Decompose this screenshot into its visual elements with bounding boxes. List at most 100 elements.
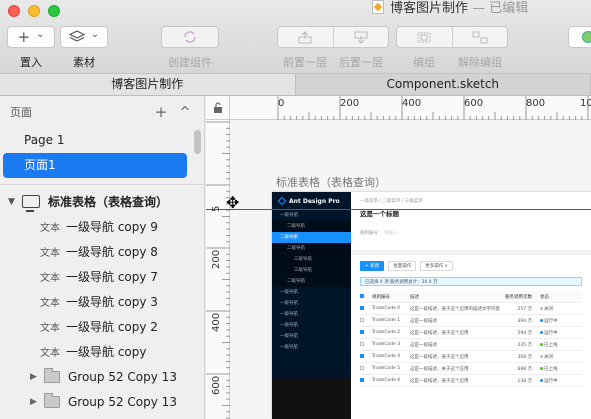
pages-scrollbar[interactable] bbox=[194, 130, 201, 154]
mock-cell-desc: 这是一段描述 bbox=[410, 318, 437, 324]
text-layer-icon: 文本 bbox=[40, 348, 60, 359]
ruler-label: 1000 bbox=[580, 98, 591, 109]
mock-filter-placeholder: 请输入 bbox=[383, 231, 398, 236]
layer-text-row[interactable]: 文本 一级导航 copy 9 bbox=[0, 214, 204, 239]
layer-label: 一级导航 copy 8 bbox=[66, 245, 158, 259]
layer-order-segment bbox=[277, 26, 389, 48]
checkbox-icon bbox=[360, 317, 364, 322]
page-item-page-1[interactable]: Page 1 bbox=[0, 128, 204, 153]
color-wheel-icon bbox=[582, 31, 591, 43]
layer-text-row[interactable]: 文本 一级导航 copy bbox=[0, 339, 204, 364]
mock-cell-id: TradeCode 5 bbox=[372, 366, 401, 371]
ruler-lock-corner[interactable] bbox=[206, 96, 230, 120]
create-component-tool[interactable]: 创建组件 bbox=[161, 26, 219, 70]
create-component-button[interactable] bbox=[161, 26, 219, 48]
mock-cell-status: 已上线 bbox=[532, 366, 562, 372]
mock-breadcrumb: 一级菜单 / 二级菜单 / 三级菜单 bbox=[360, 199, 423, 204]
red-guide-line[interactable] bbox=[206, 209, 591, 210]
overflow-button[interactable] bbox=[568, 26, 591, 48]
mock-table-row: TradeCode 4 这是一段描述，关于这个应用 308 万 关闭 bbox=[360, 351, 582, 363]
status-dot-icon bbox=[540, 318, 543, 322]
mock-cell-status: 运行中 bbox=[532, 318, 562, 324]
mock-cell-status: 运行中 bbox=[532, 330, 562, 336]
overflow-tool[interactable] bbox=[568, 26, 591, 48]
mock-table-header: 规则编号 描述 服务调用次数 状态 bbox=[360, 291, 582, 303]
layer-group-row[interactable]: ▶ Group 52 Copy 13 bbox=[0, 364, 204, 389]
mock-cell-count: 235 万 bbox=[517, 342, 532, 348]
vertical-ruler[interactable]: 5 200 400 600 bbox=[206, 120, 230, 419]
assets-tool[interactable]: ⌄ 素材 bbox=[60, 26, 108, 70]
disclosure-triangle-icon[interactable]: ▶ bbox=[30, 372, 44, 382]
mock-table-row: TradeCode 5 这是一段描述，关于这个应用 698 万 已上线 bbox=[360, 363, 582, 375]
artboard-layer-label: 标准表格（表格查询） bbox=[48, 195, 169, 209]
mock-cell-desc: 这是一段描述，关于这个应用 bbox=[410, 378, 469, 384]
ant-logo-icon bbox=[277, 196, 287, 206]
insert-button[interactable]: + ⌄ bbox=[7, 26, 55, 48]
lock-icon bbox=[213, 101, 222, 113]
pages-header-label: 页面 bbox=[10, 106, 32, 119]
mock-selection-alert: 已选择 4 项 服务调用总计：30.4 万 bbox=[360, 277, 582, 286]
tab-component-sketch[interactable]: Component.sketch bbox=[296, 74, 591, 95]
mock-th: 描述 bbox=[410, 294, 419, 300]
text-layer-icon: 文本 bbox=[40, 223, 60, 234]
assets-button[interactable]: ⌄ bbox=[60, 26, 108, 48]
layer-text-row[interactable]: 文本 一级导航 copy 8 bbox=[0, 239, 204, 264]
ungroup-button[interactable] bbox=[451, 27, 508, 47]
layer-label: 一级导航 copy 3 bbox=[66, 295, 158, 309]
send-backward-button[interactable] bbox=[332, 27, 389, 47]
mock-menu-item: 二级导航 bbox=[272, 276, 351, 287]
page-item-page-1-cn[interactable]: 页面1 bbox=[3, 153, 187, 178]
mock-main: 一级菜单 / 二级菜单 / 三级菜单 这是一个标题 规则编号： 请输入 + 新建… bbox=[351, 192, 591, 419]
window-title: 博客图片制作 — 已编辑 bbox=[372, 0, 528, 18]
mock-button-row: + 新建 批量操作 更多操作 ∨ bbox=[360, 261, 582, 271]
bring-forward-button[interactable] bbox=[278, 27, 333, 47]
group-button[interactable] bbox=[397, 27, 452, 47]
mock-menu-item: 一级导航 bbox=[280, 290, 298, 295]
layers-stack-icon bbox=[68, 30, 85, 42]
ruler-label: 200 bbox=[340, 98, 360, 109]
text-layer-icon: 文本 bbox=[40, 273, 60, 284]
minimize-window-button[interactable] bbox=[28, 5, 40, 17]
document-tab-bar: 博客图片制作 Component.sketch bbox=[0, 74, 591, 96]
mock-cell-desc: 这是一段描述，关于这个应用 bbox=[410, 330, 469, 336]
horizontal-ruler[interactable]: 0 200 400 600 800 1000 bbox=[230, 96, 591, 120]
mock-cell-count: 138 万 bbox=[517, 378, 532, 384]
mock-cell-count: 594 万 bbox=[517, 330, 532, 336]
layer-group-row[interactable]: ▶ Group 52 Copy 13 bbox=[0, 389, 204, 414]
component-sync-icon bbox=[184, 31, 196, 43]
mock-cell-count: 308 万 bbox=[517, 354, 532, 360]
insert-tool[interactable]: + ⌄ 置入 bbox=[7, 26, 55, 70]
layer-text-row[interactable]: 文本 一级导航 copy 2 bbox=[0, 314, 204, 339]
ruler-label: 400 bbox=[211, 312, 222, 332]
mock-menu-item: 三级导航 bbox=[272, 265, 351, 276]
layer-artboard[interactable]: ▼ 标准表格（表格查询） bbox=[0, 189, 204, 214]
send-backward-icon bbox=[354, 31, 368, 44]
design-canvas[interactable]: 0 200 400 600 800 1000 5 200 400 600 标准表… bbox=[206, 96, 591, 419]
mock-status-text: 关闭 bbox=[544, 354, 553, 360]
collapse-pages-icon[interactable]: ^ bbox=[176, 105, 194, 120]
zoom-window-button[interactable] bbox=[48, 5, 60, 17]
add-page-icon[interactable]: + bbox=[152, 103, 170, 121]
layer-text-row[interactable]: 文本 一级导航 copy 3 bbox=[0, 289, 204, 314]
disclosure-triangle-icon[interactable]: ▶ bbox=[30, 397, 44, 407]
ruler-label: 200 bbox=[211, 249, 222, 269]
artboard-table-query[interactable]: Ant Design Pro 一级导航 二级导航 二级导航 二级导航 三级导航 三级导航二… bbox=[272, 192, 591, 419]
text-layer-icon: 文本 bbox=[40, 298, 60, 309]
mock-th: 状态 bbox=[540, 294, 549, 300]
mock-cell-id: TradeCode 0 bbox=[372, 306, 401, 311]
layer-text-row[interactable]: 文本 一级导航 copy 7 bbox=[0, 264, 204, 289]
group-segment bbox=[396, 26, 508, 48]
text-layer-icon: 文本 bbox=[40, 248, 60, 259]
mock-th: 规则编号 bbox=[372, 294, 390, 300]
disclosure-triangle-icon[interactable]: ▼ bbox=[8, 197, 22, 207]
mock-menu-item: 三级导航 bbox=[272, 254, 351, 265]
close-window-button[interactable] bbox=[8, 5, 20, 17]
ungroup-label: 解除编组 bbox=[458, 56, 502, 69]
ruler-label: 0 bbox=[278, 98, 285, 109]
tab-blog-images[interactable]: 博客图片制作 bbox=[0, 74, 296, 95]
mock-filter-label: 规则编号： bbox=[360, 231, 383, 236]
status-dot-icon bbox=[540, 330, 543, 334]
artboard-title[interactable]: 标准表格（表格查询） bbox=[276, 174, 386, 190]
group-tools: 编组 解除编组 bbox=[396, 26, 508, 70]
mock-cell-status: 已上线 bbox=[532, 342, 562, 348]
